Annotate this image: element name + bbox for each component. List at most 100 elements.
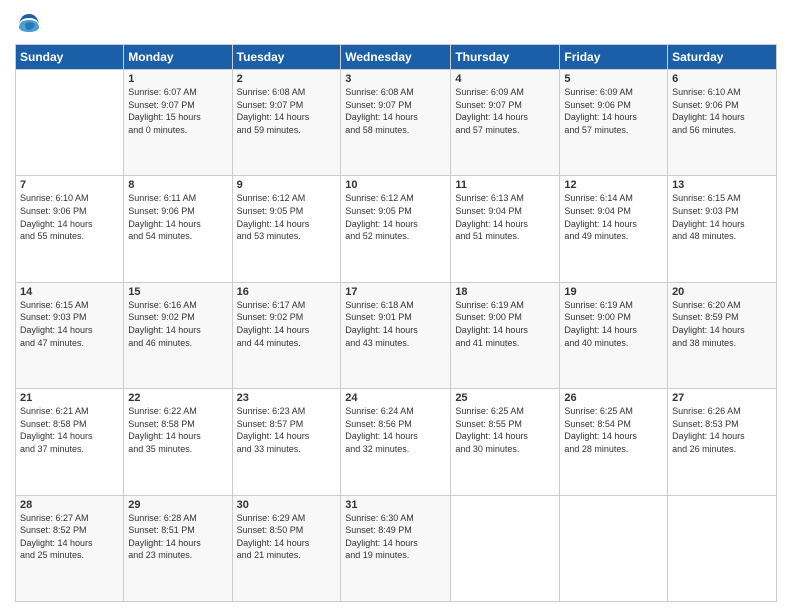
day-number: 28: [20, 499, 119, 511]
day-number: 23: [237, 392, 337, 404]
calendar-cell: 27Sunrise: 6:26 AMSunset: 8:53 PMDayligh…: [668, 389, 777, 495]
day-number: 15: [128, 286, 227, 298]
day-number: 29: [128, 499, 227, 511]
day-number: 3: [345, 73, 446, 85]
calendar-cell: [451, 495, 560, 601]
calendar-week-row: 7Sunrise: 6:10 AMSunset: 9:06 PMDaylight…: [16, 176, 777, 282]
day-number: 19: [564, 286, 663, 298]
cell-info: Sunrise: 6:15 AMSunset: 9:03 PMDaylight:…: [672, 192, 772, 242]
cell-info: Sunrise: 6:22 AMSunset: 8:58 PMDaylight:…: [128, 405, 227, 455]
cell-info: Sunrise: 6:27 AMSunset: 8:52 PMDaylight:…: [20, 512, 119, 562]
day-number: 9: [237, 179, 337, 191]
calendar-cell: 25Sunrise: 6:25 AMSunset: 8:55 PMDayligh…: [451, 389, 560, 495]
logo-icon: [15, 10, 43, 38]
weekday-header-row: SundayMondayTuesdayWednesdayThursdayFrid…: [16, 45, 777, 70]
calendar-cell: [560, 495, 668, 601]
day-number: 22: [128, 392, 227, 404]
calendar-cell: 11Sunrise: 6:13 AMSunset: 9:04 PMDayligh…: [451, 176, 560, 282]
day-number: 4: [455, 73, 555, 85]
cell-info: Sunrise: 6:11 AMSunset: 9:06 PMDaylight:…: [128, 192, 227, 242]
day-number: 11: [455, 179, 555, 191]
weekday-header-tuesday: Tuesday: [232, 45, 341, 70]
day-number: 6: [672, 73, 772, 85]
calendar-cell: 9Sunrise: 6:12 AMSunset: 9:05 PMDaylight…: [232, 176, 341, 282]
cell-info: Sunrise: 6:16 AMSunset: 9:02 PMDaylight:…: [128, 299, 227, 349]
cell-info: Sunrise: 6:08 AMSunset: 9:07 PMDaylight:…: [345, 86, 446, 136]
day-number: 26: [564, 392, 663, 404]
calendar-cell: 19Sunrise: 6:19 AMSunset: 9:00 PMDayligh…: [560, 282, 668, 388]
calendar-cell: 17Sunrise: 6:18 AMSunset: 9:01 PMDayligh…: [341, 282, 451, 388]
header: [15, 10, 777, 38]
calendar-cell: 23Sunrise: 6:23 AMSunset: 8:57 PMDayligh…: [232, 389, 341, 495]
day-number: 20: [672, 286, 772, 298]
calendar-cell: 31Sunrise: 6:30 AMSunset: 8:49 PMDayligh…: [341, 495, 451, 601]
cell-info: Sunrise: 6:13 AMSunset: 9:04 PMDaylight:…: [455, 192, 555, 242]
calendar-week-row: 1Sunrise: 6:07 AMSunset: 9:07 PMDaylight…: [16, 70, 777, 176]
calendar-table: SundayMondayTuesdayWednesdayThursdayFrid…: [15, 44, 777, 602]
calendar-cell: 10Sunrise: 6:12 AMSunset: 9:05 PMDayligh…: [341, 176, 451, 282]
cell-info: Sunrise: 6:19 AMSunset: 9:00 PMDaylight:…: [455, 299, 555, 349]
day-number: 18: [455, 286, 555, 298]
cell-info: Sunrise: 6:15 AMSunset: 9:03 PMDaylight:…: [20, 299, 119, 349]
day-number: 8: [128, 179, 227, 191]
weekday-header-saturday: Saturday: [668, 45, 777, 70]
cell-info: Sunrise: 6:08 AMSunset: 9:07 PMDaylight:…: [237, 86, 337, 136]
cell-info: Sunrise: 6:21 AMSunset: 8:58 PMDaylight:…: [20, 405, 119, 455]
calendar-cell: [16, 70, 124, 176]
cell-info: Sunrise: 6:25 AMSunset: 8:54 PMDaylight:…: [564, 405, 663, 455]
calendar-cell: 4Sunrise: 6:09 AMSunset: 9:07 PMDaylight…: [451, 70, 560, 176]
calendar-week-row: 14Sunrise: 6:15 AMSunset: 9:03 PMDayligh…: [16, 282, 777, 388]
cell-info: Sunrise: 6:12 AMSunset: 9:05 PMDaylight:…: [237, 192, 337, 242]
calendar-week-row: 21Sunrise: 6:21 AMSunset: 8:58 PMDayligh…: [16, 389, 777, 495]
calendar-cell: 1Sunrise: 6:07 AMSunset: 9:07 PMDaylight…: [124, 70, 232, 176]
day-number: 30: [237, 499, 337, 511]
calendar-cell: 28Sunrise: 6:27 AMSunset: 8:52 PMDayligh…: [16, 495, 124, 601]
calendar-cell: 30Sunrise: 6:29 AMSunset: 8:50 PMDayligh…: [232, 495, 341, 601]
calendar-cell: 7Sunrise: 6:10 AMSunset: 9:06 PMDaylight…: [16, 176, 124, 282]
cell-info: Sunrise: 6:20 AMSunset: 8:59 PMDaylight:…: [672, 299, 772, 349]
day-number: 10: [345, 179, 446, 191]
cell-info: Sunrise: 6:14 AMSunset: 9:04 PMDaylight:…: [564, 192, 663, 242]
day-number: 16: [237, 286, 337, 298]
cell-info: Sunrise: 6:18 AMSunset: 9:01 PMDaylight:…: [345, 299, 446, 349]
weekday-header-monday: Monday: [124, 45, 232, 70]
calendar-cell: [668, 495, 777, 601]
day-number: 1: [128, 73, 227, 85]
weekday-header-wednesday: Wednesday: [341, 45, 451, 70]
day-number: 14: [20, 286, 119, 298]
day-number: 12: [564, 179, 663, 191]
cell-info: Sunrise: 6:30 AMSunset: 8:49 PMDaylight:…: [345, 512, 446, 562]
calendar-cell: 6Sunrise: 6:10 AMSunset: 9:06 PMDaylight…: [668, 70, 777, 176]
calendar-cell: 21Sunrise: 6:21 AMSunset: 8:58 PMDayligh…: [16, 389, 124, 495]
day-number: 17: [345, 286, 446, 298]
cell-info: Sunrise: 6:29 AMSunset: 8:50 PMDaylight:…: [237, 512, 337, 562]
day-number: 31: [345, 499, 446, 511]
calendar-cell: 2Sunrise: 6:08 AMSunset: 9:07 PMDaylight…: [232, 70, 341, 176]
day-number: 27: [672, 392, 772, 404]
weekday-header-sunday: Sunday: [16, 45, 124, 70]
calendar-cell: 29Sunrise: 6:28 AMSunset: 8:51 PMDayligh…: [124, 495, 232, 601]
calendar-cell: 13Sunrise: 6:15 AMSunset: 9:03 PMDayligh…: [668, 176, 777, 282]
calendar-cell: 12Sunrise: 6:14 AMSunset: 9:04 PMDayligh…: [560, 176, 668, 282]
cell-info: Sunrise: 6:26 AMSunset: 8:53 PMDaylight:…: [672, 405, 772, 455]
weekday-header-friday: Friday: [560, 45, 668, 70]
page: SundayMondayTuesdayWednesdayThursdayFrid…: [0, 0, 792, 612]
calendar-cell: 16Sunrise: 6:17 AMSunset: 9:02 PMDayligh…: [232, 282, 341, 388]
day-number: 5: [564, 73, 663, 85]
logo: [15, 10, 47, 38]
day-number: 7: [20, 179, 119, 191]
calendar-cell: 5Sunrise: 6:09 AMSunset: 9:06 PMDaylight…: [560, 70, 668, 176]
calendar-cell: 15Sunrise: 6:16 AMSunset: 9:02 PMDayligh…: [124, 282, 232, 388]
cell-info: Sunrise: 6:10 AMSunset: 9:06 PMDaylight:…: [672, 86, 772, 136]
cell-info: Sunrise: 6:07 AMSunset: 9:07 PMDaylight:…: [128, 86, 227, 136]
cell-info: Sunrise: 6:23 AMSunset: 8:57 PMDaylight:…: [237, 405, 337, 455]
weekday-header-thursday: Thursday: [451, 45, 560, 70]
day-number: 24: [345, 392, 446, 404]
calendar-cell: 8Sunrise: 6:11 AMSunset: 9:06 PMDaylight…: [124, 176, 232, 282]
cell-info: Sunrise: 6:12 AMSunset: 9:05 PMDaylight:…: [345, 192, 446, 242]
cell-info: Sunrise: 6:10 AMSunset: 9:06 PMDaylight:…: [20, 192, 119, 242]
day-number: 25: [455, 392, 555, 404]
day-number: 13: [672, 179, 772, 191]
cell-info: Sunrise: 6:09 AMSunset: 9:06 PMDaylight:…: [564, 86, 663, 136]
cell-info: Sunrise: 6:28 AMSunset: 8:51 PMDaylight:…: [128, 512, 227, 562]
